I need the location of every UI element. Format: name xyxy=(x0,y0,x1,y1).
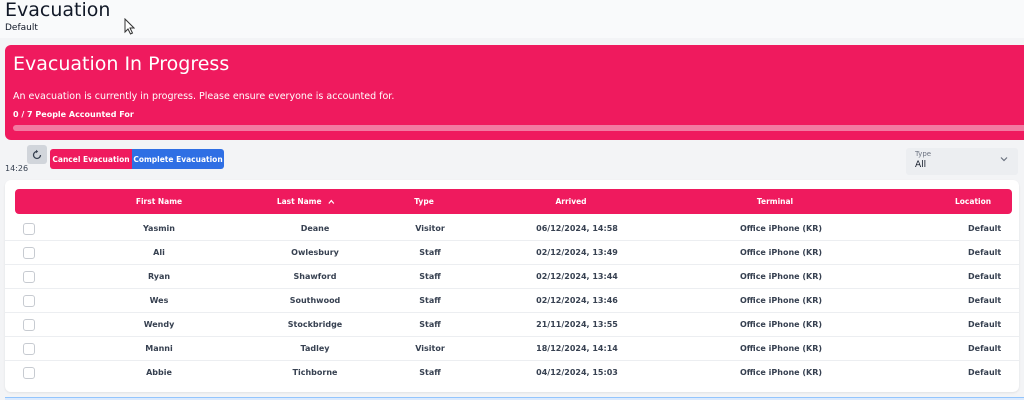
column-header-location[interactable]: Location xyxy=(955,197,991,206)
page-subtitle: Default xyxy=(5,23,38,33)
type-filter-select[interactable]: Type All xyxy=(906,148,1018,175)
cancel-evacuation-button[interactable]: Cancel Evacuation xyxy=(50,149,132,169)
table-row[interactable]: Manni Tadley Visitor 18/12/2024, 14:14 O… xyxy=(5,337,1019,361)
terminal-cell: Office iPhone (KR) xyxy=(739,344,823,353)
location-cell: Default xyxy=(968,224,1002,233)
first-name-cell: Wendy xyxy=(143,320,175,329)
page-header: Evacuation Default xyxy=(0,0,1024,38)
first-name-cell: Wes xyxy=(149,296,169,305)
arrived-cell: 02/12/2024, 13:44 xyxy=(536,272,618,281)
column-header-last-name-label: Last Name xyxy=(276,197,322,206)
type-cell: Staff xyxy=(419,320,441,329)
row-checkbox[interactable] xyxy=(23,295,35,307)
type-cell: Staff xyxy=(419,296,441,305)
table-row[interactable]: Wendy Stockbridge Staff 21/11/2024, 13:5… xyxy=(5,313,1019,337)
page-title: Evacuation xyxy=(5,0,111,21)
table-row[interactable]: Yasmin Deane Visitor 06/12/2024, 14:58 O… xyxy=(5,217,1019,241)
column-header-last-name[interactable]: Last Name xyxy=(277,197,335,206)
people-table: First Name Last Name Type Arrived Termin… xyxy=(5,180,1019,392)
table-row[interactable]: Ali Owlesbury Staff 02/12/2024, 13:49 Of… xyxy=(5,241,1019,265)
type-cell: Staff xyxy=(419,248,441,257)
location-cell: Default xyxy=(968,272,1002,281)
chevron-down-icon xyxy=(1000,157,1008,162)
type-cell: Staff xyxy=(419,272,441,281)
row-checkbox[interactable] xyxy=(23,367,35,379)
last-name-cell: Tadley xyxy=(300,344,330,353)
arrived-cell: 02/12/2024, 13:49 xyxy=(536,248,618,257)
column-header-type[interactable]: Type xyxy=(414,197,434,206)
arrived-cell: 04/12/2024, 15:03 xyxy=(536,368,618,377)
first-name-cell: Manni xyxy=(145,344,173,353)
location-cell: Default xyxy=(968,296,1002,305)
last-refresh-time: 14:26 xyxy=(5,164,29,173)
complete-evacuation-button[interactable]: Complete Evacuation xyxy=(132,149,224,169)
banner-message: An evacuation is currently in progress. … xyxy=(13,91,395,102)
terminal-cell: Office iPhone (KR) xyxy=(739,272,823,281)
last-name-cell: Owlesbury xyxy=(291,248,339,257)
table-row[interactable]: Ryan Shawford Staff 02/12/2024, 13:44 Of… xyxy=(5,265,1019,289)
mouse-cursor-icon xyxy=(124,18,135,35)
first-name-cell: Abbie xyxy=(146,368,172,377)
terminal-cell: Office iPhone (KR) xyxy=(739,224,823,233)
row-checkbox[interactable] xyxy=(23,223,35,235)
sort-ascending-icon xyxy=(328,199,335,204)
last-name-cell: Stockbridge xyxy=(287,320,343,329)
table-row[interactable]: Wes Southwood Staff 02/12/2024, 13:46 Of… xyxy=(5,289,1019,313)
accounted-progress-bar xyxy=(13,125,1024,131)
terminal-cell: Office iPhone (KR) xyxy=(739,248,823,257)
arrived-cell: 18/12/2024, 14:14 xyxy=(536,344,618,353)
location-cell: Default xyxy=(968,368,1002,377)
type-cell: Visitor xyxy=(415,224,445,233)
terminal-cell: Office iPhone (KR) xyxy=(739,320,823,329)
first-name-cell: Ryan xyxy=(147,272,171,281)
location-cell: Default xyxy=(968,320,1002,329)
refresh-button[interactable] xyxy=(27,145,47,164)
column-header-arrived[interactable]: Arrived xyxy=(555,197,586,206)
row-checkbox[interactable] xyxy=(23,319,35,331)
table-body: Yasmin Deane Visitor 06/12/2024, 14:58 O… xyxy=(5,217,1019,385)
row-checkbox[interactable] xyxy=(23,247,35,259)
location-cell: Default xyxy=(968,344,1002,353)
table-header: First Name Last Name Type Arrived Termin… xyxy=(15,189,1012,214)
arrived-cell: 02/12/2024, 13:46 xyxy=(536,296,618,305)
last-name-cell: Southwood xyxy=(289,296,341,305)
first-name-cell: Yasmin xyxy=(143,224,175,233)
table-row[interactable]: Abbie Tichborne Staff 04/12/2024, 15:03 … xyxy=(5,361,1019,385)
type-filter-label: Type xyxy=(915,150,932,158)
location-cell: Default xyxy=(968,248,1002,257)
last-name-cell: Tichborne xyxy=(292,368,338,377)
type-cell: Staff xyxy=(419,368,441,377)
terminal-cell: Office iPhone (KR) xyxy=(739,368,823,377)
row-checkbox[interactable] xyxy=(23,343,35,355)
column-header-first-name[interactable]: First Name xyxy=(136,197,182,206)
last-name-cell: Deane xyxy=(300,224,330,233)
banner-title: Evacuation In Progress xyxy=(13,53,230,75)
arrived-cell: 06/12/2024, 14:58 xyxy=(536,224,618,233)
column-header-terminal[interactable]: Terminal xyxy=(757,197,793,206)
type-filter-value: All xyxy=(915,160,927,170)
arrived-cell: 21/11/2024, 13:55 xyxy=(536,320,618,329)
accounted-count: 0 / 7 People Accounted For xyxy=(13,110,134,119)
type-cell: Visitor xyxy=(415,344,445,353)
first-name-cell: Ali xyxy=(153,248,165,257)
refresh-icon xyxy=(32,149,42,159)
terminal-cell: Office iPhone (KR) xyxy=(739,296,823,305)
evacuation-banner: Evacuation In Progress An evacuation is … xyxy=(5,45,1024,140)
last-name-cell: Shawford xyxy=(293,272,337,281)
row-checkbox[interactable] xyxy=(23,271,35,283)
